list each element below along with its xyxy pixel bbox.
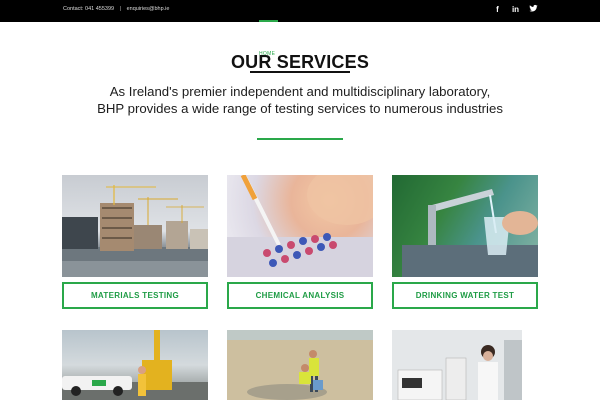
linkedin-icon[interactable]: in [511,4,520,15]
contact-info: Contact: 041 455399 | enquiries@bhp.ie [63,6,169,12]
environmental-sampling-image[interactable] [227,330,373,400]
top-bar: Contact: 041 455399 | enquiries@bhp.ie f… [0,0,600,22]
drilling-rig-van-picture [62,330,208,400]
materials-testing-image[interactable] [62,175,208,277]
page-title: OUR SERVICES [230,52,370,72]
lab-equipment-picture [392,330,522,400]
social-links: f in [493,4,538,15]
chemical-analysis-button[interactable]: CHEMICAL ANALYSIS [227,282,373,309]
green-divider [257,138,343,140]
laboratory-image[interactable] [392,330,522,400]
water-tap-glass-picture [392,175,538,277]
lab-pipette-picture [227,175,373,277]
materials-testing-button[interactable]: MATERIALS TESTING [62,282,208,309]
intro-line-1: As Ireland's premier independent and mul… [109,84,491,99]
title-underline [250,71,350,73]
intro-line-2: BHP provides a wide range of testing ser… [97,101,503,116]
construction-site-picture [62,185,208,277]
contact-separator: | [119,6,122,12]
chemical-analysis-image[interactable] [227,175,373,277]
beach-sampling-picture [227,330,373,400]
drinking-water-test-button[interactable]: DRINKING WATER TEST [392,282,538,309]
contact-phone[interactable]: Contact: 041 455399 [63,6,114,12]
contact-email[interactable]: enquiries@bhp.ie [127,6,170,12]
active-nav-indicator [259,20,278,22]
drinking-water-test-image[interactable] [392,175,538,277]
facebook-icon[interactable]: f [493,4,502,15]
twitter-icon[interactable] [529,4,538,15]
site-investigation-image[interactable] [62,330,208,400]
twitter-bird-glyph [529,4,538,12]
intro-text: As Ireland's premier independent and mul… [0,83,600,117]
